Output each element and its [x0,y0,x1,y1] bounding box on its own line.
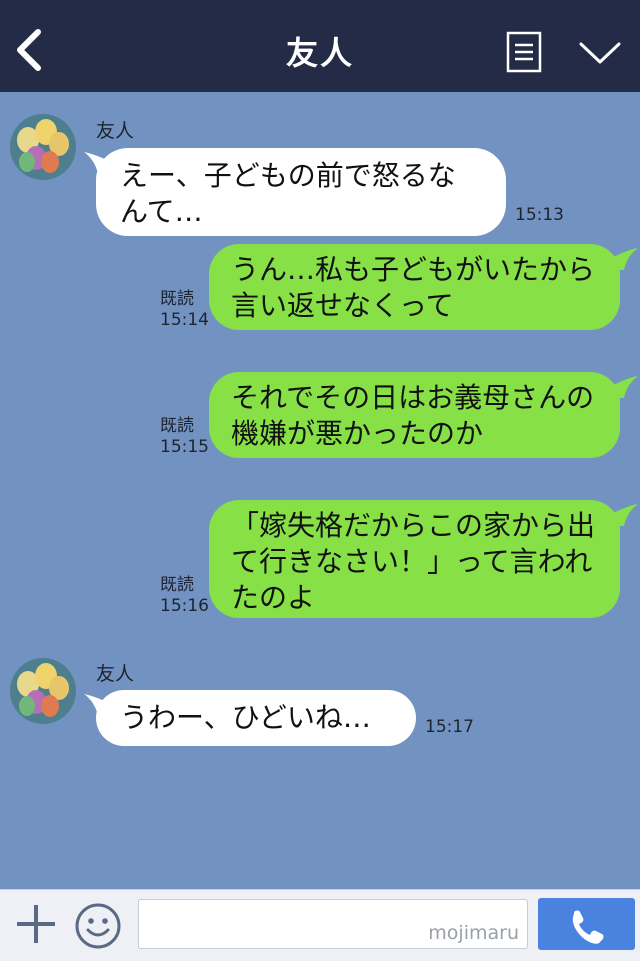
sender-name: 友人 [96,120,135,142]
message-bubble[interactable]: えー、子どもの前で怒るなんて… [96,148,506,236]
read-receipt: 既読 15:15 [160,416,209,458]
friend-avatar[interactable] [10,658,76,724]
input-bar: mojimaru [0,889,640,961]
sender-name: 友人 [96,663,135,685]
message-bubble[interactable]: 「嫁失格だからこの家から出て行きなさい！」って言われたのよ [209,500,620,618]
read-label: 既読 [160,575,194,595]
header: 友人 [0,0,640,92]
read-receipt: 既読 15:14 [160,289,209,331]
message-time: 15:15 [160,437,209,457]
watermark-text: mojimaru [428,922,519,944]
phone-icon [572,910,604,944]
chat-area[interactable]: 友人 えー、子どもの前で怒るなんて… 15:13 既読 15:14 うん…私も子… [0,92,640,889]
message-time: 15:13 [515,205,564,225]
menu-icon[interactable] [506,31,542,73]
chevron-down-icon[interactable] [578,38,622,68]
emoji-icon[interactable] [74,902,122,950]
message-input[interactable]: mojimaru [138,899,528,949]
chat-title: 友人 [285,34,354,72]
message-bubble[interactable]: うわー、ひどいね… [96,690,416,746]
plus-icon[interactable] [14,902,58,946]
read-label: 既読 [160,289,194,309]
message-bubble[interactable]: うん…私も子どもがいたから言い返せなくって [209,244,620,330]
message-time: 15:14 [160,310,209,330]
message-time: 15:16 [160,596,209,616]
message-bubble[interactable]: それでその日はお義母さんの機嫌が悪かったのか [209,372,620,458]
read-label: 既読 [160,416,194,436]
message-time: 15:17 [425,717,474,737]
friend-avatar[interactable] [10,114,76,180]
read-receipt: 既読 15:16 [160,575,209,617]
call-button[interactable] [538,898,635,950]
